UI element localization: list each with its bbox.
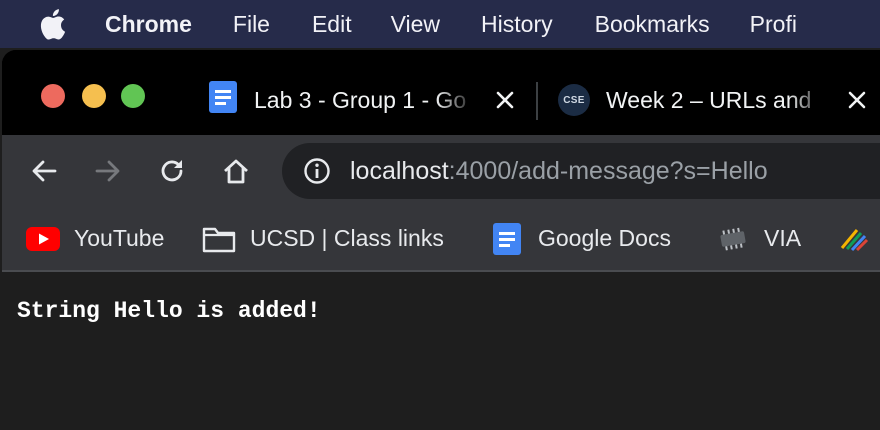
striped-logo-icon xyxy=(837,222,871,256)
bookmark-via[interactable]: VIA xyxy=(716,207,801,270)
browser-window: Lab 3 - Group 1 - Go CSE Week 2 – URLs a… xyxy=(2,50,880,430)
tab-strip: Lab 3 - Group 1 - Go CSE Week 2 – URLs a… xyxy=(2,50,880,135)
google-docs-icon xyxy=(208,80,238,120)
bookmark-label: VIA xyxy=(764,225,802,251)
page-content: String Hello is added! xyxy=(2,272,880,430)
address-bar[interactable]: localhost:4000/add-message?s=Hello xyxy=(282,143,880,199)
browser-toolbar: localhost:4000/add-message?s=Hello xyxy=(2,135,880,207)
url-text[interactable]: localhost:4000/add-message?s=Hello xyxy=(350,157,768,186)
menu-view[interactable]: View xyxy=(391,11,440,38)
tab-title-text: Week 2 – URLs and xyxy=(606,86,812,113)
tab-separator xyxy=(536,82,538,120)
menu-chrome[interactable]: Chrome xyxy=(105,11,192,38)
bookmarks-bar: YouTube UCSD | Class links Google Docs V… xyxy=(2,207,880,272)
tab-lab3[interactable]: Lab 3 - Group 1 - Go xyxy=(208,80,528,120)
menu-history[interactable]: History xyxy=(481,11,553,38)
url-host: localhost xyxy=(350,156,449,185)
google-docs-icon xyxy=(490,222,524,256)
chip-icon xyxy=(716,222,750,256)
bookmark-ucsd-class-links[interactable]: UCSD | Class links xyxy=(202,207,444,270)
macos-menu-bar: Chrome File Edit View History Bookmarks … xyxy=(0,0,880,48)
home-icon[interactable] xyxy=(218,153,254,189)
folder-icon xyxy=(202,222,236,256)
tab-title-text: Lab 3 - Group 1 - Go xyxy=(254,86,467,113)
apple-logo-icon[interactable] xyxy=(38,7,68,41)
menu-profiles[interactable]: Profi xyxy=(750,11,797,38)
site-info-icon[interactable] xyxy=(302,156,332,186)
menu-bookmarks[interactable]: Bookmarks xyxy=(595,11,710,38)
page-message: String Hello is added! xyxy=(17,298,321,324)
bookmark-label: YouTube xyxy=(74,225,165,251)
close-tab-icon[interactable] xyxy=(846,89,868,111)
tab-week2[interactable]: CSE Week 2 – URLs and xyxy=(558,80,880,120)
tab-title: Lab 3 - Group 1 - Go xyxy=(254,86,476,114)
tab-title: Week 2 – URLs and xyxy=(606,86,828,114)
cse-logo-icon: CSE xyxy=(558,84,590,116)
menu-file[interactable]: File xyxy=(233,11,270,38)
close-tab-icon[interactable] xyxy=(494,89,516,111)
close-window-button[interactable] xyxy=(41,84,65,108)
bookmark-label: UCSD | Class links xyxy=(250,225,444,251)
reload-icon[interactable] xyxy=(154,153,190,189)
bookmark-google-docs[interactable]: Google Docs xyxy=(490,207,671,270)
forward-arrow-icon[interactable] xyxy=(90,153,126,189)
minimize-window-button[interactable] xyxy=(82,84,106,108)
fullscreen-window-button[interactable] xyxy=(121,84,145,108)
url-path: :4000/add-message?s=Hello xyxy=(448,156,768,185)
menu-edit[interactable]: Edit xyxy=(312,11,352,38)
bookmark-youtube[interactable]: YouTube xyxy=(26,207,164,270)
back-arrow-icon[interactable] xyxy=(26,153,62,189)
bookmark-label: Google Docs xyxy=(538,225,671,251)
youtube-icon xyxy=(26,222,60,256)
bookmark-striped-logo[interactable] xyxy=(837,207,880,270)
